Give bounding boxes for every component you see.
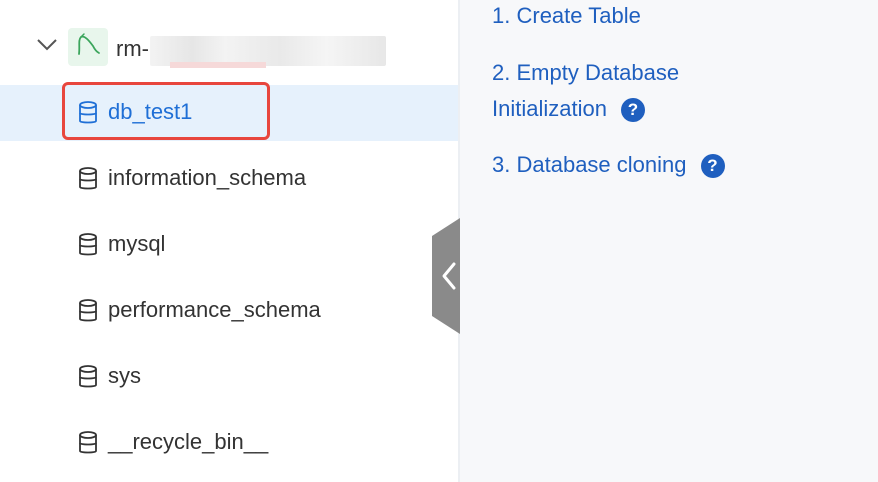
database-label: sys xyxy=(108,363,141,388)
step-number: 3. xyxy=(492,152,511,177)
step-label: Empty Database xyxy=(516,60,680,85)
chevron-down-icon[interactable] xyxy=(36,36,58,54)
database-item-recycle-bin[interactable]: __recycle_bin__ xyxy=(0,415,458,471)
database-label: information_schema xyxy=(108,165,307,190)
help-icon[interactable]: ? xyxy=(620,98,645,123)
step-number: 1. xyxy=(492,3,511,28)
selection-highlight xyxy=(62,82,270,140)
mysql-icon xyxy=(68,28,108,66)
step-empty-database-initialization[interactable]: 2. Empty Database Initialization? xyxy=(492,57,679,125)
step-create-table[interactable]: 1. Create Table xyxy=(492,0,641,32)
collapse-panel-button[interactable] xyxy=(432,218,460,334)
database-label: __recycle_bin__ xyxy=(108,429,269,454)
step-label: Create Table xyxy=(516,3,641,28)
database-tree-panel: rm- db_test1 information_schema mysql pe… xyxy=(0,0,458,482)
help-icon[interactable]: ? xyxy=(700,154,725,179)
database-icon xyxy=(79,299,97,322)
database-label: mysql xyxy=(108,231,166,256)
redacted-underline xyxy=(170,62,266,68)
database-item-information-schema[interactable]: information_schema xyxy=(0,151,458,207)
database-icon xyxy=(79,233,97,256)
database-icon xyxy=(79,365,97,388)
database-icon xyxy=(79,431,97,454)
database-item-sys[interactable]: sys xyxy=(0,349,458,405)
step-label-continued: Initialization xyxy=(492,96,607,121)
instance-label: rm- xyxy=(116,36,149,61)
step-database-cloning[interactable]: 3. Database cloning? xyxy=(492,149,725,181)
database-item-mysql[interactable]: mysql xyxy=(0,217,458,273)
step-label: Database cloning xyxy=(516,152,687,177)
database-icon xyxy=(79,167,97,190)
step-number: 2. xyxy=(492,60,511,85)
database-item-performance-schema[interactable]: performance_schema xyxy=(0,283,458,339)
database-label: performance_schema xyxy=(108,297,321,322)
